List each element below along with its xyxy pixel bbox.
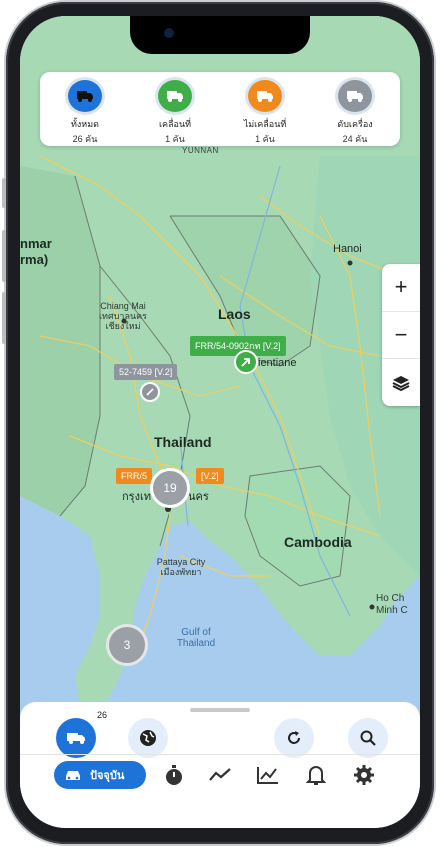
notch xyxy=(130,16,310,54)
status-label-all: ทั้งหมด xyxy=(70,119,100,129)
map-controls: + − xyxy=(382,264,420,406)
refresh-icon xyxy=(288,731,300,744)
map-cluster-3[interactable]: 3 xyxy=(106,624,148,666)
bottom-nav: ปัจจุบัน xyxy=(20,754,420,795)
map-label-chiang-mai: Chiang Mai เทศบาลนคร เชียงใหม่ xyxy=(98,301,147,331)
truck-moving-icon xyxy=(158,80,192,112)
bell-icon xyxy=(306,766,326,785)
nav-settings[interactable] xyxy=(352,763,376,787)
map-label-gulf-of-thailand: Gulf of Thailand xyxy=(176,627,216,649)
map-label-bangkok-2: นคร xyxy=(188,491,209,503)
map-label-laos: Laos xyxy=(218,306,251,322)
globe-icon xyxy=(140,730,156,746)
status-label-moving: เคลื่อนที่ xyxy=(158,119,192,129)
vehicle-list-button[interactable] xyxy=(56,718,96,758)
vehicle-label-stopped[interactable]: FRR/5 xyxy=(116,468,153,484)
trend-icon xyxy=(209,768,231,781)
map-label-hanoi: Hanoi xyxy=(333,243,362,255)
map-label-cambodia: Cambodia xyxy=(284,534,352,550)
map-label-vientiane: ientiane xyxy=(258,357,297,369)
status-count-stopped: 1 คัน xyxy=(255,134,275,144)
map-label-thailand: Thailand xyxy=(154,434,212,450)
truck-stopped-icon xyxy=(248,80,282,112)
nav-current-label: ปัจจุบัน xyxy=(90,770,125,782)
app-screen: YUNNAN Hanoi Laos Thailand Cambodia nmar… xyxy=(20,16,420,828)
layers-icon xyxy=(392,375,410,391)
vehicle-marker-moving[interactable] xyxy=(234,350,258,374)
zoom-out-button[interactable]: − xyxy=(382,312,420,360)
status-count-off: 24 คัน xyxy=(342,134,368,144)
globe-button[interactable] xyxy=(128,718,168,758)
search-icon xyxy=(360,730,376,746)
nav-notifications[interactable] xyxy=(304,763,328,787)
nav-chart[interactable] xyxy=(256,763,280,787)
nav-trend[interactable] xyxy=(208,763,232,787)
side-button xyxy=(2,178,6,208)
map-label-yunnan: YUNNAN xyxy=(182,146,219,155)
status-item-moving[interactable]: เคลื่อนที่ 1 คัน xyxy=(130,72,220,146)
arrow-icon xyxy=(146,388,154,396)
status-item-off[interactable]: ดับเครื่อง 24 คัน xyxy=(310,72,400,146)
zoom-in-button[interactable]: + xyxy=(382,264,420,312)
status-count-moving: 1 คัน xyxy=(165,134,185,144)
nav-timer[interactable] xyxy=(162,763,186,787)
truck-icon xyxy=(67,733,85,744)
search-button[interactable] xyxy=(348,718,388,758)
map-label-ho-chi-minh: Ho Ch Minh C xyxy=(376,593,408,616)
map-label-bangkok: กรุงเท xyxy=(122,491,151,503)
volume-up-button xyxy=(2,230,6,282)
line-chart-icon xyxy=(257,767,278,784)
truck-icon xyxy=(68,80,102,112)
vehicle-label-stopped-tail[interactable]: [V.2] xyxy=(196,468,224,484)
status-count-all: 26 คัน xyxy=(72,134,98,144)
car-icon xyxy=(66,771,80,780)
map-label-myanmar: nmar xyxy=(20,236,52,251)
refresh-button[interactable] xyxy=(274,718,314,758)
bottom-panel: 26 ปัจจุบัน xyxy=(20,702,420,828)
status-label-off: ดับเครื่อง xyxy=(337,119,373,129)
vehicle-marker-off[interactable] xyxy=(140,382,160,402)
drag-handle[interactable] xyxy=(190,708,250,712)
map-label-pattaya: Pattaya City เมืองพัทยา xyxy=(156,557,206,577)
arrow-icon xyxy=(241,358,250,367)
gear-icon xyxy=(354,765,374,785)
map-cluster-19[interactable]: 19 xyxy=(150,468,190,508)
status-label-stopped: ไม่เคลื่อนที่ xyxy=(243,119,287,129)
vehicle-label-stopped-text: FRR/5 xyxy=(121,471,148,481)
map-label-myanmar-2: rma) xyxy=(20,252,49,267)
volume-down-button xyxy=(2,292,6,344)
truck-off-icon xyxy=(338,80,372,112)
vehicle-label-off[interactable]: 52-7459 [V.2] xyxy=(114,364,178,380)
stopwatch-icon xyxy=(166,765,182,785)
layers-button[interactable] xyxy=(382,359,420,406)
nav-current-tab[interactable]: ปัจจุบัน xyxy=(54,761,146,789)
status-item-stopped[interactable]: ไม่เคลื่อนที่ 1 คัน xyxy=(220,72,310,146)
status-item-all[interactable]: ทั้งหมด 26 คัน xyxy=(40,72,130,146)
vehicle-count-badge: 26 xyxy=(97,710,108,720)
vehicle-status-summary: ทั้งหมด 26 คัน เคลื่อนที่ 1 คัน ไม่เคลื่… xyxy=(40,72,400,146)
